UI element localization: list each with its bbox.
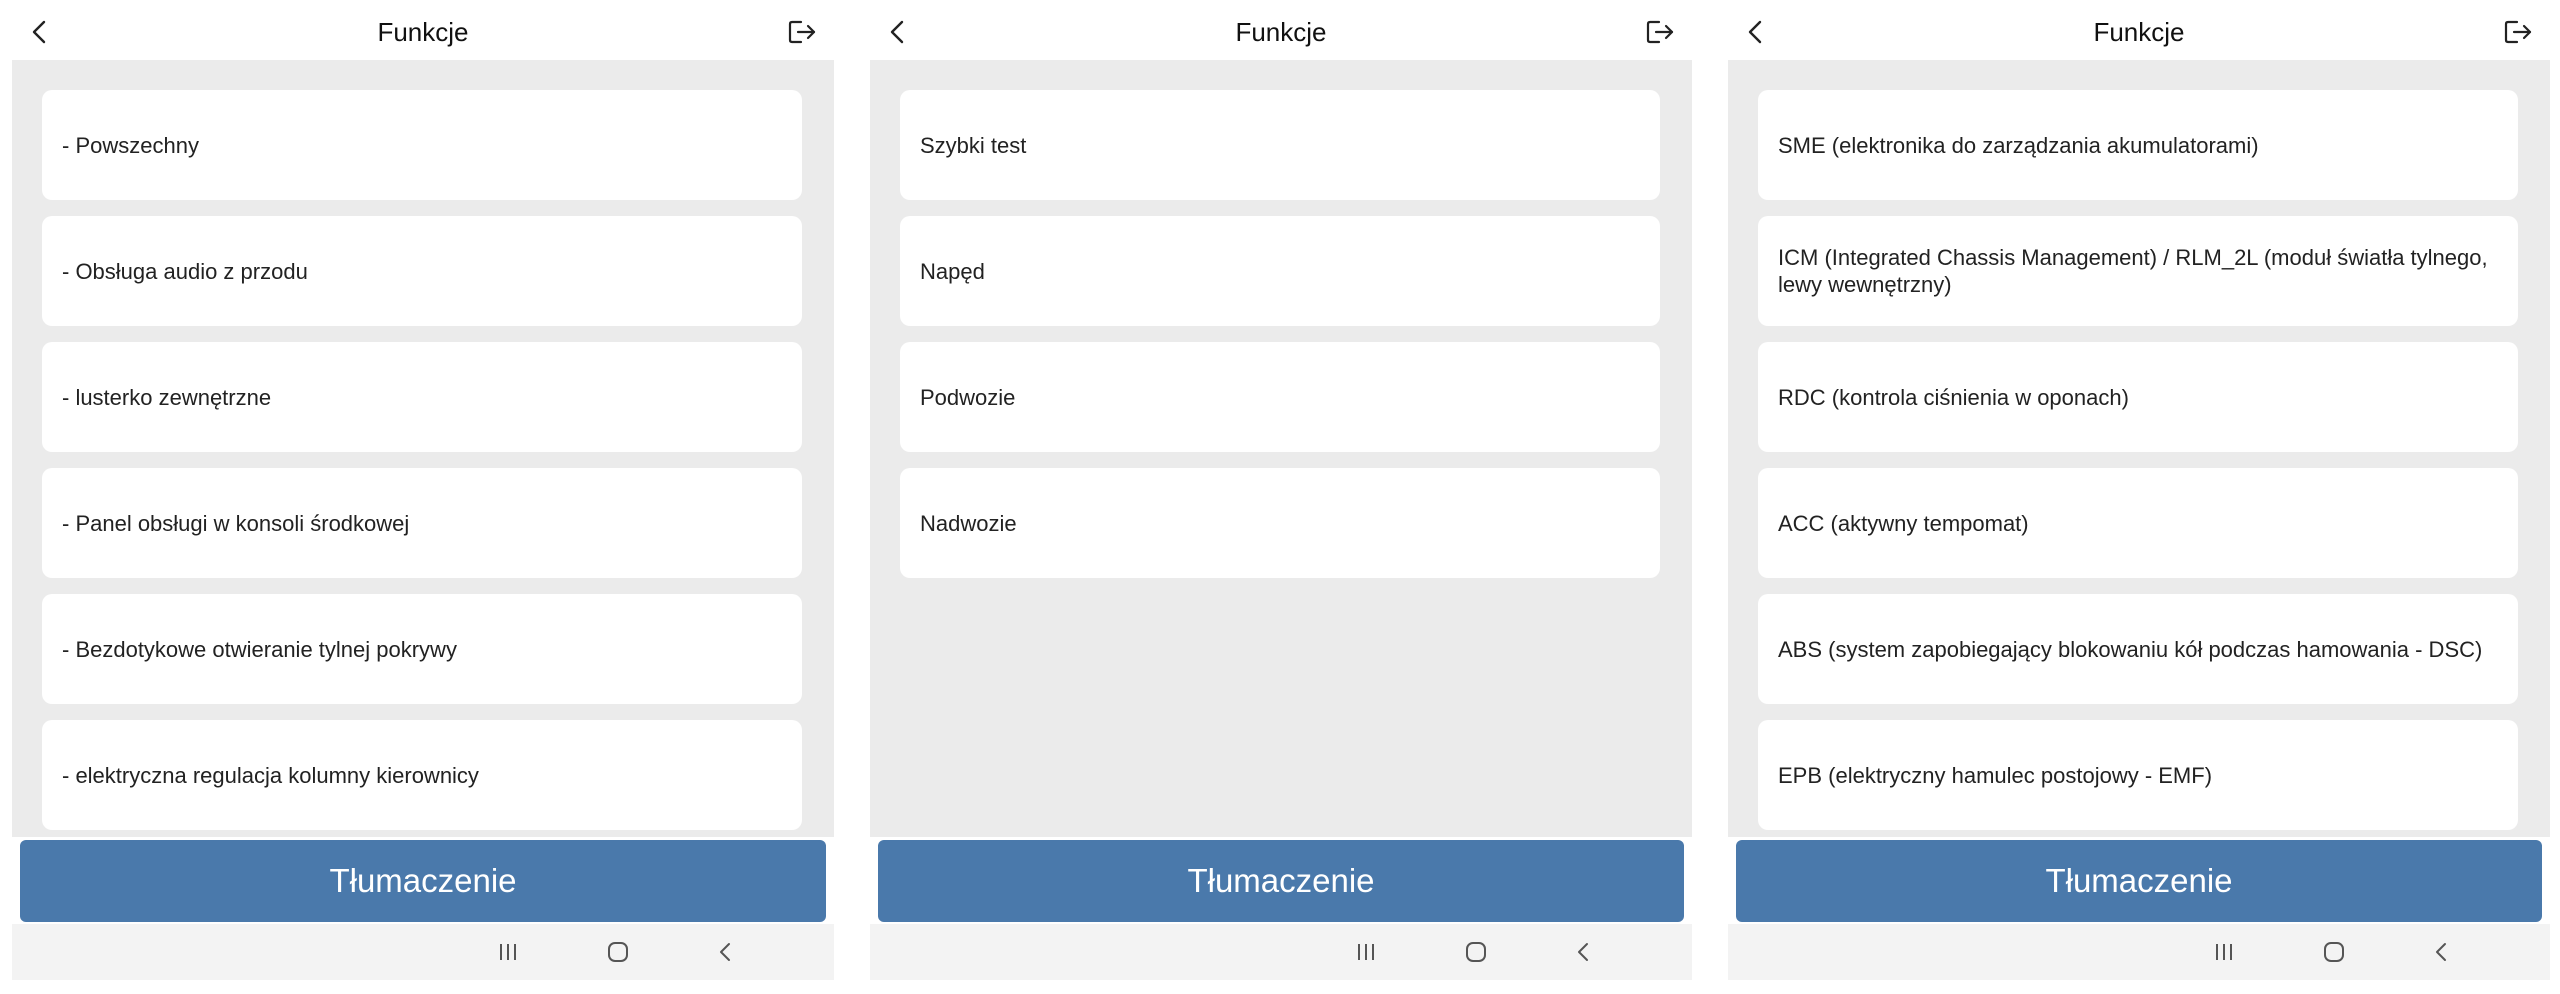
translate-button[interactable]: Tłumaczenie: [20, 840, 826, 922]
function-list: - Powszechny - Obsługa audio z przodu - …: [42, 90, 802, 837]
logout-button[interactable]: [2498, 12, 2538, 52]
list-item[interactable]: - Obsługa audio z przodu: [42, 216, 802, 326]
list-item[interactable]: - elektryczna regulacja kolumny kierowni…: [42, 720, 802, 830]
system-nav-bar: [870, 924, 1692, 980]
system-nav-bar: [12, 924, 834, 980]
list-item-label: Podwozie: [920, 384, 1016, 410]
function-list-area: Szybki test Napęd Podwozie Nadwozie: [870, 60, 1692, 837]
screen-2: Funkcje Szybki test Napęd Podwozie Nadwo…: [870, 0, 1692, 994]
list-item[interactable]: Szybki test: [900, 90, 1660, 200]
recent-apps-button[interactable]: [492, 936, 524, 968]
list-item[interactable]: Napęd: [900, 216, 1660, 326]
list-item-label: ABS (system zapobiegający blokowaniu kół…: [1778, 636, 2483, 662]
page-title: Funkcje: [377, 17, 469, 47]
function-list: Szybki test Napęd Podwozie Nadwozie: [900, 90, 1660, 594]
list-item-label: - elektryczna regulacja kolumny kierowni…: [62, 762, 479, 788]
list-item[interactable]: - lusterko zewnętrzne: [42, 342, 802, 452]
home-icon: [608, 942, 628, 962]
list-item-label: Szybki test: [920, 132, 1027, 158]
list-item-label: - lusterko zewnętrzne: [62, 384, 272, 410]
list-item-label: Nadwozie: [920, 510, 1017, 536]
list-item-label: ICM (Integrated Chassis Management) / RL…: [1778, 245, 2488, 297]
system-nav-bar: [1728, 924, 2550, 980]
list-item-label: - Bezdotykowe otwieranie tylnej pokrywy: [62, 636, 457, 662]
logout-icon: [2504, 20, 2532, 44]
function-list: SME (elektronika do zarządzania akumulat…: [1758, 90, 2518, 837]
nav-back-icon: [720, 943, 730, 961]
logout-icon: [1646, 20, 1674, 44]
list-item[interactable]: - Panel obsługi w konsoli środkowej: [42, 468, 802, 578]
nav-back-button[interactable]: [2426, 936, 2458, 968]
home-button[interactable]: [2318, 936, 2350, 968]
screen-1: Funkcje - Powszechny - Obsługa audio z p…: [12, 0, 834, 994]
recent-apps-button[interactable]: [2208, 936, 2240, 968]
app-header: Funkcje: [1728, 0, 2550, 60]
screen-3: Funkcje SME (elektronika do zarządzania …: [1728, 0, 2550, 994]
recent-apps-icon: [500, 944, 516, 960]
app-header: Funkcje: [870, 0, 1692, 60]
app-header: Funkcje: [12, 0, 834, 60]
list-item[interactable]: - Powszechny: [42, 90, 802, 200]
list-item-label: EPB (elektryczny hamulec postojowy - EMF…: [1778, 762, 2213, 788]
recent-apps-icon: [1358, 944, 1374, 960]
page-title: Funkcje: [2093, 17, 2185, 47]
list-item-label: - Panel obsługi w konsoli środkowej: [62, 510, 410, 536]
list-item[interactable]: ICM (Integrated Chassis Management) / RL…: [1758, 216, 2518, 326]
home-button[interactable]: [602, 936, 634, 968]
logout-button[interactable]: [782, 12, 822, 52]
list-item[interactable]: Nadwozie: [900, 468, 1660, 578]
home-icon: [1466, 942, 1486, 962]
list-item-label: Napęd: [920, 258, 985, 284]
list-item[interactable]: - Bezdotykowe otwieranie tylnej pokrywy: [42, 594, 802, 704]
translate-button[interactable]: Tłumaczenie: [878, 840, 1684, 922]
nav-back-button[interactable]: [1568, 936, 1600, 968]
recent-apps-icon: [2216, 944, 2232, 960]
function-list-area: SME (elektronika do zarządzania akumulat…: [1728, 60, 2550, 837]
function-list-area: - Powszechny - Obsługa audio z przodu - …: [12, 60, 834, 837]
list-item[interactable]: ACC (aktywny tempomat): [1758, 468, 2518, 578]
home-button[interactable]: [1460, 936, 1492, 968]
nav-back-icon: [2436, 943, 2446, 961]
list-item-label: ACC (aktywny tempomat): [1778, 510, 2029, 536]
list-item[interactable]: Podwozie: [900, 342, 1660, 452]
logout-button[interactable]: [1640, 12, 1680, 52]
list-item[interactable]: ABS (system zapobiegający blokowaniu kół…: [1758, 594, 2518, 704]
translate-button[interactable]: Tłumaczenie: [1736, 840, 2542, 922]
recent-apps-button[interactable]: [1350, 936, 1382, 968]
home-icon: [2324, 942, 2344, 962]
list-item-label: - Powszechny: [62, 132, 199, 158]
list-item-label: - Obsługa audio z przodu: [62, 258, 308, 284]
page-title: Funkcje: [1235, 17, 1327, 47]
list-item[interactable]: RDC (kontrola ciśnienia w oponach): [1758, 342, 2518, 452]
list-item[interactable]: EPB (elektryczny hamulec postojowy - EMF…: [1758, 720, 2518, 830]
nav-back-button[interactable]: [710, 936, 742, 968]
list-item[interactable]: SME (elektronika do zarządzania akumulat…: [1758, 90, 2518, 200]
list-item-label: SME (elektronika do zarządzania akumulat…: [1778, 132, 2259, 158]
nav-back-icon: [1578, 943, 1588, 961]
logout-icon: [788, 20, 816, 44]
list-item-label: RDC (kontrola ciśnienia w oponach): [1778, 384, 2129, 410]
